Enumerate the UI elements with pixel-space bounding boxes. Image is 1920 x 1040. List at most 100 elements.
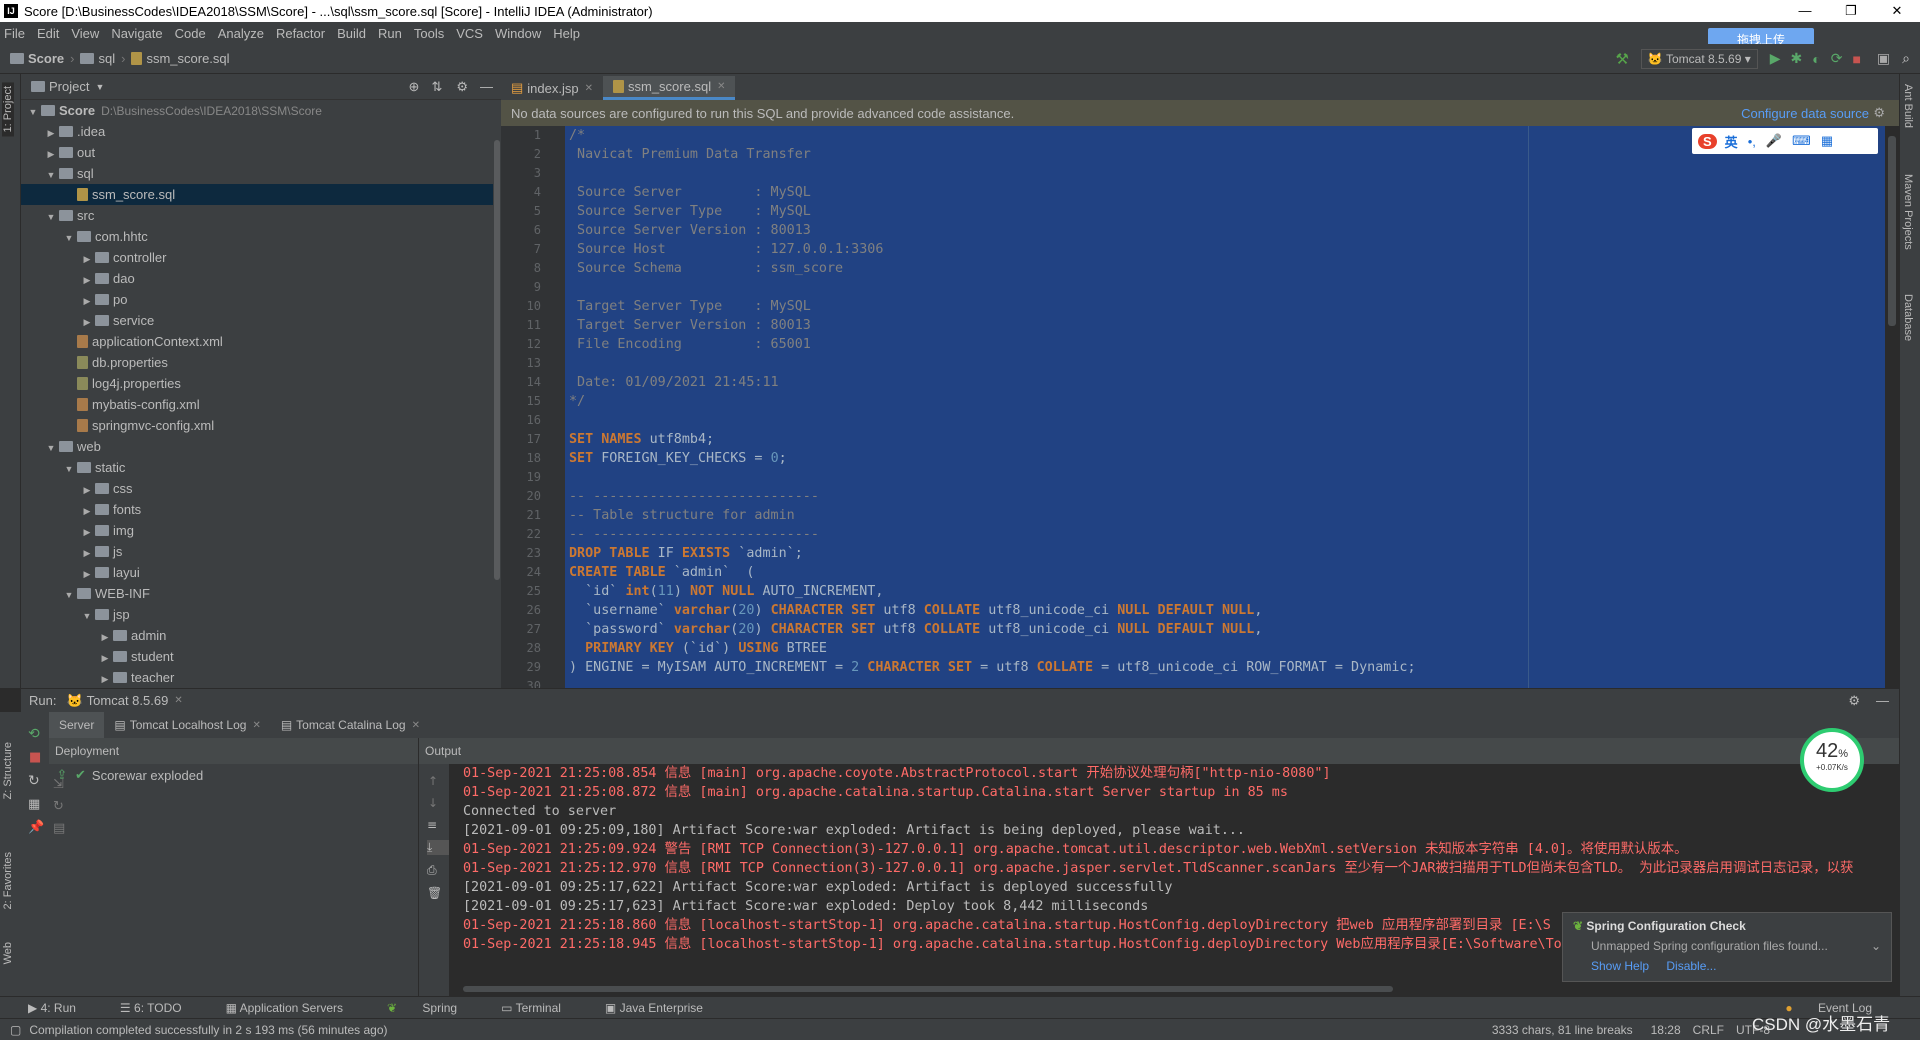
- editor-scrollbar[interactable]: [1885, 126, 1899, 688]
- coverage-icon[interactable]: ◐: [1812, 51, 1820, 67]
- tree-item[interactable]: ssm_score.sql: [21, 184, 501, 205]
- chevron-right-icon[interactable]: ▶: [97, 627, 113, 648]
- tree-item[interactable]: ▼ WEB-INF: [21, 583, 501, 604]
- run-icon[interactable]: ▶: [1770, 50, 1781, 67]
- code-line[interactable]: `id` int(11) NOT NULL AUTO_INCREMENT,: [565, 582, 1885, 601]
- deploy-undeploy-icon[interactable]: ⇲: [53, 774, 65, 796]
- code-line[interactable]: `password` varchar(20) CHARACTER SET utf…: [565, 620, 1885, 639]
- chevron-right-icon[interactable]: ▶: [97, 669, 113, 690]
- profile-icon[interactable]: ⟳: [1831, 50, 1843, 67]
- down-arrow-icon[interactable]: ↓: [428, 796, 449, 810]
- tab-index-jsp[interactable]: ▤ index.jsp ✕: [501, 76, 603, 100]
- debug-icon[interactable]: ✱: [1791, 50, 1803, 67]
- menu-analyze[interactable]: Analyze: [218, 26, 264, 41]
- code-line[interactable]: DROP TABLE IF EXISTS `admin`;: [565, 544, 1885, 563]
- tree-item[interactable]: ▶ controller: [21, 247, 501, 268]
- chevron-down-icon[interactable]: ▼: [79, 606, 95, 627]
- gear-icon[interactable]: ⚙: [456, 79, 468, 95]
- menu-view[interactable]: View: [71, 26, 99, 41]
- code-line[interactable]: Source Host : 127.0.0.1:3306: [565, 240, 1885, 259]
- code-line[interactable]: File Encoding : 65001: [565, 335, 1885, 354]
- code-line[interactable]: [565, 677, 1885, 688]
- tree-item[interactable]: ▶ img: [21, 520, 501, 541]
- structure-tool-tab[interactable]: Z: Structure: [2, 742, 14, 799]
- tab-tomcat-localhost-log[interactable]: ▤ Tomcat Localhost Log ✕: [104, 712, 270, 738]
- stop-icon[interactable]: ■: [29, 750, 49, 765]
- build-hammer-icon[interactable]: ⚒: [1615, 50, 1628, 68]
- minimize-icon[interactable]: —: [1782, 3, 1828, 19]
- print-icon[interactable]: ⎙: [427, 863, 449, 878]
- tree-item[interactable]: ▼ src: [21, 205, 501, 226]
- tree-item[interactable]: ▼ com.hhtc: [21, 226, 501, 247]
- ant-build-tool-tab[interactable]: Ant Build: [1902, 84, 1914, 128]
- code-line[interactable]: CREATE TABLE `admin` (: [565, 563, 1885, 582]
- keyboard-icon[interactable]: ⌨: [1792, 133, 1811, 149]
- up-arrow-icon[interactable]: ↑: [428, 774, 449, 788]
- trash-icon[interactable]: 🗑: [427, 886, 449, 900]
- tree-item[interactable]: springmvc-config.xml: [21, 415, 501, 436]
- menu-window[interactable]: Window: [495, 26, 541, 41]
- favorites-tool-tab[interactable]: 2: Favorites: [2, 852, 14, 909]
- breadcrumb-folder[interactable]: sql: [80, 51, 115, 66]
- ime-lang-toggle[interactable]: 英: [1725, 132, 1738, 151]
- tab-server[interactable]: Server: [49, 712, 105, 738]
- chevron-down-icon[interactable]: ▼: [95, 82, 104, 92]
- tree-item[interactable]: ▼ static: [21, 457, 501, 478]
- tab-application-servers[interactable]: ▦ Application Servers: [226, 1001, 365, 1015]
- tree-item[interactable]: ▶ css: [21, 478, 501, 499]
- close-icon[interactable]: ✕: [412, 720, 420, 731]
- tab-todo[interactable]: ☰ 6: TODO: [120, 1001, 204, 1015]
- menu-help[interactable]: Help: [553, 26, 580, 41]
- tree-item[interactable]: ▶ out: [21, 142, 501, 163]
- deployment-item[interactable]: Scorewar exploded: [92, 768, 203, 783]
- menu-build[interactable]: Build: [337, 26, 366, 41]
- chevron-right-icon[interactable]: ▶: [79, 480, 95, 501]
- run-config-tab[interactable]: Tomcat 8.5.69: [87, 693, 169, 708]
- code-line[interactable]: [565, 164, 1885, 183]
- code-line[interactable]: [565, 468, 1885, 487]
- chevron-down-icon[interactable]: ▼: [43, 165, 59, 186]
- mic-icon[interactable]: 🎤: [1766, 133, 1782, 149]
- chevron-down-icon[interactable]: ▼: [61, 459, 77, 480]
- tab-run[interactable]: ▶ 4: Run: [28, 1001, 98, 1015]
- tab-spring[interactable]: ❦ Spring: [387, 1001, 479, 1015]
- tree-item[interactable]: ▶ student: [21, 646, 501, 667]
- code-line[interactable]: Source Server Version : 80013: [565, 221, 1885, 240]
- code-line[interactable]: Target Server Version : 80013: [565, 316, 1885, 335]
- code-line[interactable]: Source Schema : ssm_score: [565, 259, 1885, 278]
- gear-icon[interactable]: ⚙: [1873, 105, 1885, 121]
- code-line[interactable]: Source Server Type : MySQL: [565, 202, 1885, 221]
- tree-item[interactable]: ▶ service: [21, 310, 501, 331]
- chevron-right-icon[interactable]: ▶: [79, 564, 95, 585]
- code-line[interactable]: -- ----------------------------: [565, 487, 1885, 506]
- tree-item[interactable]: log4j.properties: [21, 373, 501, 394]
- tab-java-enterprise[interactable]: ▣ Java Enterprise: [605, 1001, 725, 1015]
- tab-ssm-score-sql[interactable]: ssm_score.sql ✕: [603, 76, 736, 100]
- chevron-down-icon[interactable]: ⌄: [1871, 939, 1881, 953]
- chevron-down-icon[interactable]: ▼: [43, 207, 59, 228]
- chevron-right-icon[interactable]: ▶: [79, 312, 95, 333]
- menu-run[interactable]: Run: [378, 26, 402, 41]
- tab-terminal[interactable]: ▭ Terminal: [501, 1001, 583, 1015]
- locate-icon[interactable]: ⊕: [409, 79, 420, 95]
- code-line[interactable]: Source Server : MySQL: [565, 183, 1885, 202]
- code-line[interactable]: [565, 354, 1885, 373]
- scroll-to-end-icon[interactable]: ⤓: [427, 840, 449, 855]
- chevron-right-icon[interactable]: ▶: [79, 270, 95, 291]
- tree-item[interactable]: ▶ layui: [21, 562, 501, 583]
- close-icon[interactable]: ✕: [1874, 3, 1920, 19]
- gear-icon[interactable]: ⚙: [1848, 693, 1860, 709]
- tree-item[interactable]: applicationContext.xml: [21, 331, 501, 352]
- breadcrumb-project[interactable]: Score: [10, 51, 64, 66]
- close-icon[interactable]: ✕: [252, 720, 260, 731]
- artifact-icon[interactable]: ▤: [53, 818, 65, 840]
- tree-item[interactable]: ▼ sql: [21, 163, 501, 184]
- menu-navigate[interactable]: Navigate: [111, 26, 162, 41]
- code-line[interactable]: Date: 01/09/2021 21:45:11: [565, 373, 1885, 392]
- chevron-down-icon[interactable]: ▼: [25, 102, 41, 123]
- output-hscrollbar[interactable]: [463, 986, 1393, 992]
- show-help-link[interactable]: Show Help: [1591, 959, 1649, 973]
- code-line[interactable]: `username` varchar(20) CHARACTER SET utf…: [565, 601, 1885, 620]
- run-config-select[interactable]: 🐱 Tomcat 8.5.69 ▾: [1640, 48, 1758, 69]
- chevron-right-icon[interactable]: ▶: [79, 543, 95, 564]
